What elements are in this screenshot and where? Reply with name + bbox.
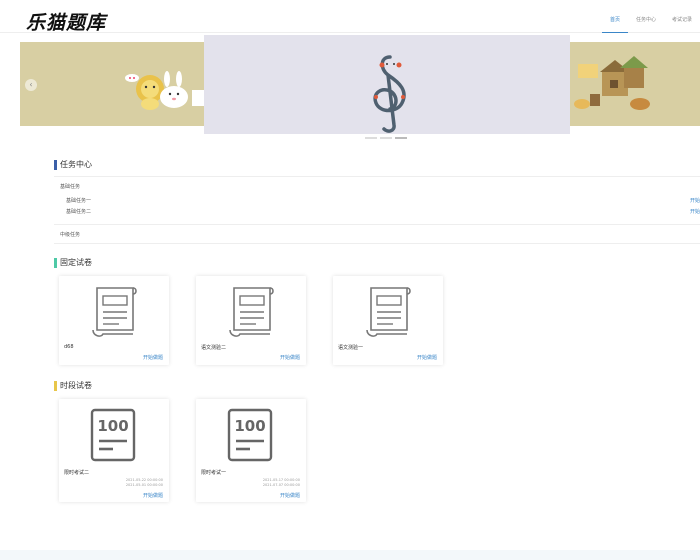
task-center-title-text: 任务中心 [60,160,92,169]
paper-card[interactable]: 语文测验二 开始做题 [196,276,306,365]
page: 乐猫题库 首页 任务中心 考试记录 ‹ 任务中心 基础任务 基础任务一 开始 基… [0,0,700,560]
score-100-icon: 100 [90,408,136,462]
start-exam-button[interactable]: 开始做题 [280,354,300,361]
paper-card[interactable]: 语文测验一 开始做题 [333,276,443,365]
main-nav: 首页 任务中心 考试记录 [601,0,700,33]
fixed-papers-title-text: 固定试卷 [60,258,92,267]
task-start-link[interactable]: 开始 [690,197,700,204]
carousel-prev-arrow[interactable]: ‹ [25,79,37,91]
paper-card-title: 语文测验二 [201,345,227,351]
fixed-papers-section-title: 固定试卷 [54,258,92,268]
nav-exam-records[interactable]: 考试记录 [664,0,700,33]
carousel-indicators [365,137,407,139]
section-accent-bar [54,381,57,391]
cartoon-animals-illustration [125,71,204,110]
scroll-document-icon [229,287,274,337]
timed-paper-card[interactable]: 100 限时考试二 2021-05-22 00:00:00 2021-05-01… [59,399,169,502]
timed-paper-card[interactable]: 100 限时考试一 2021-05-17 00:00:00 2021-07-07… [196,399,306,502]
paper-card-title: 限时考试一 [201,470,227,476]
scroll-document-icon [366,287,411,337]
start-exam-button[interactable]: 开始做题 [143,354,163,361]
nav-home[interactable]: 首页 [601,0,628,33]
carousel-slide-prev[interactable] [20,42,204,126]
exam-time-range: 2021-05-22 00:00:00 2021-05-01 00:00:00 [126,478,163,488]
banner-carousel[interactable]: ‹ [20,35,700,139]
timed-papers-section-title: 时段试卷 [54,381,92,391]
exam-time-end: 2021-07-07 00:00:00 [262,483,300,487]
carousel-slide-next[interactable] [570,42,700,126]
task-start-link[interactable]: 开始 [690,208,700,215]
top-header: 乐猫题库 首页 任务中心 考试记录 [0,0,700,35]
task-item-name: 基础任务二 [66,209,92,215]
exam-time-range: 2021-05-17 00:00:00 2021-07-07 00:00:00 [263,478,300,488]
section-accent-bar [54,258,57,268]
site-logo[interactable]: 乐猫题库 [26,8,106,35]
start-exam-button[interactable]: 开始做题 [143,492,163,499]
start-exam-button[interactable]: 开始做题 [417,354,437,361]
paper-card-title: 语文测验一 [338,345,364,351]
basic-tasks-label: 基础任务 [60,184,81,190]
cartoon-house-illustration [574,56,650,110]
divider [54,243,700,244]
timed-papers-title-text: 时段试卷 [60,381,92,390]
start-exam-button[interactable]: 开始做题 [280,492,300,499]
carousel-dot-active[interactable] [395,137,407,139]
paper-card-title: d68 [64,344,74,350]
scroll-document-icon [92,287,137,337]
score-badge-text: 100 [234,417,265,435]
nav-task-center[interactable]: 任务中心 [628,0,664,33]
divider [54,224,700,225]
section-accent-bar [54,160,57,170]
paper-card-title: 限时考试二 [64,470,90,476]
carousel-slide-active[interactable] [204,35,570,134]
mid-tasks-label: 中级任务 [60,232,81,238]
task-item-name: 基础任务一 [66,198,92,204]
carousel-dot[interactable] [365,137,377,139]
treble-clef-illustration [373,55,406,133]
divider [54,176,700,177]
carousel-dot[interactable] [380,137,392,139]
score-badge-text: 100 [97,417,128,435]
footer-strip [0,550,700,560]
score-100-icon: 100 [227,408,273,462]
exam-time-end: 2021-05-01 00:00:00 [125,483,163,487]
paper-card[interactable]: d68 开始做题 [59,276,169,365]
task-center-section-title: 任务中心 [54,160,92,170]
